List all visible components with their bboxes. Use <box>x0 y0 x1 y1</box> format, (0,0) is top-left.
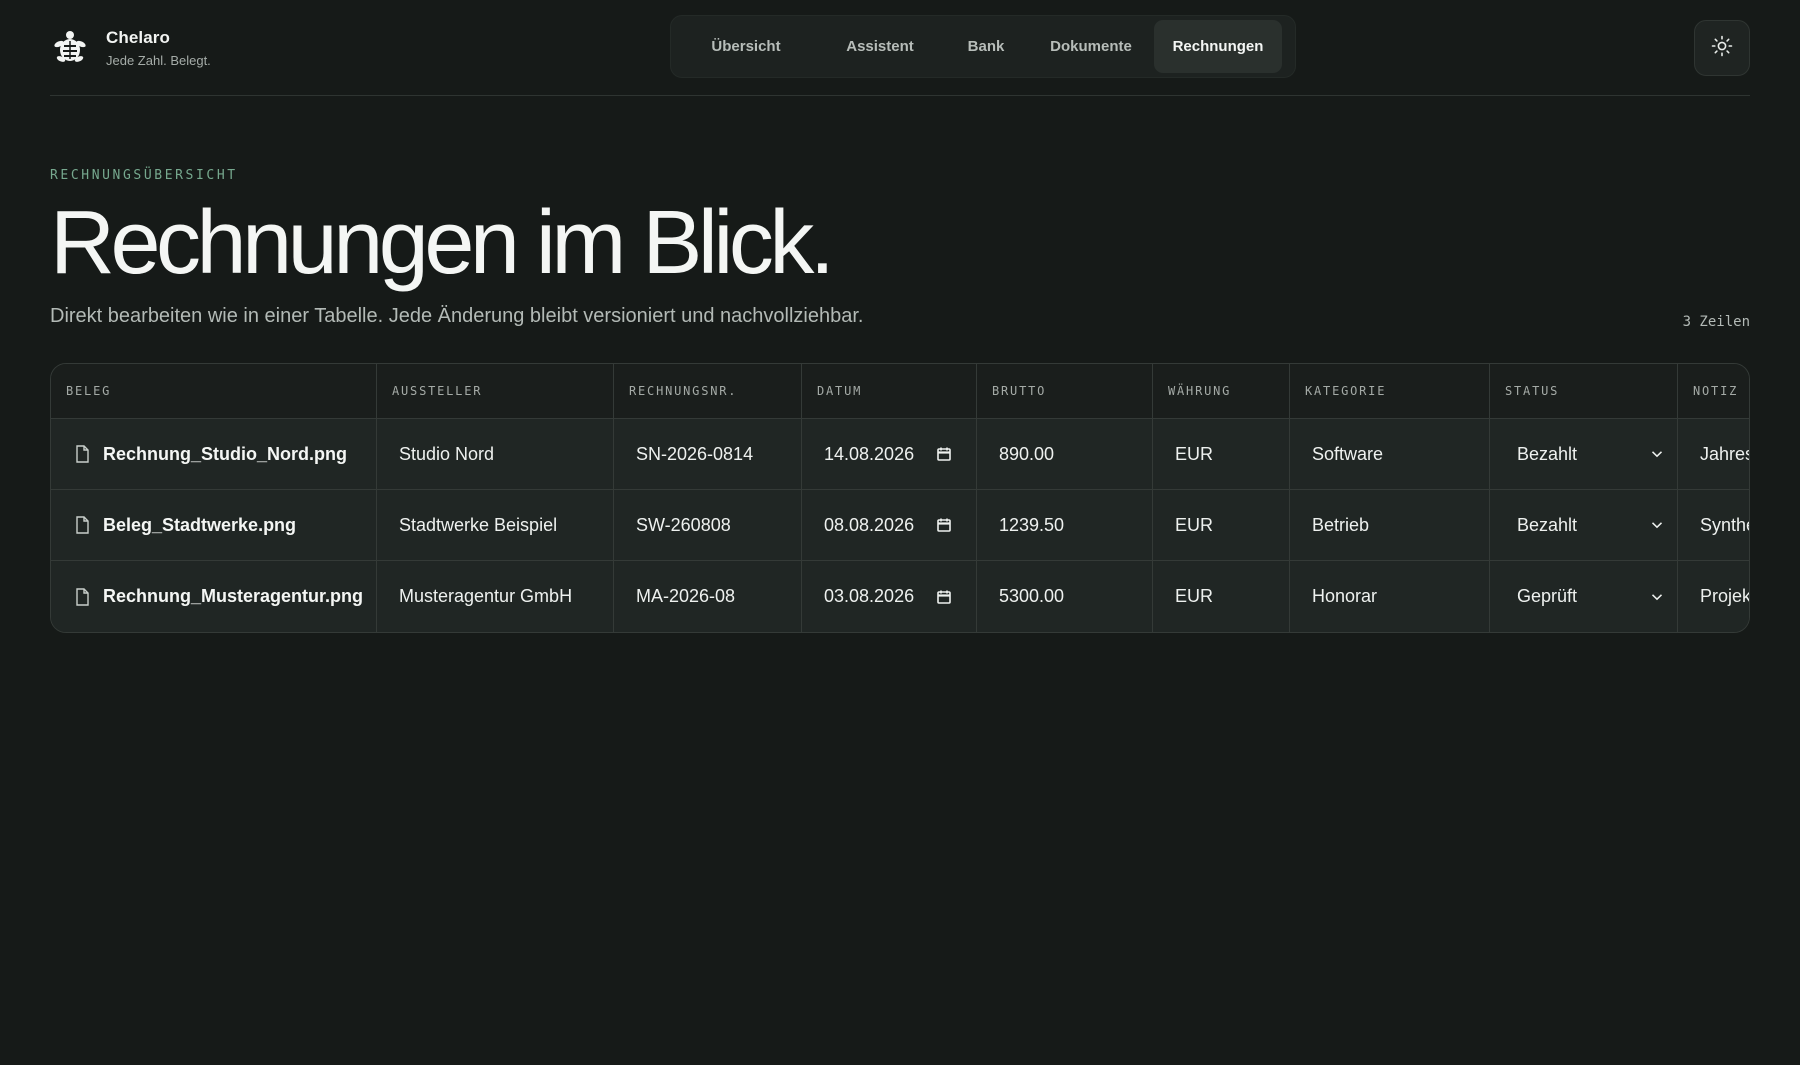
cell-notiz[interactable]: Jahres <box>1678 419 1749 489</box>
page: Chelaro Jede Zahl. Belegt. Übersicht Ass… <box>0 0 1800 1065</box>
cell-brutto[interactable]: 5300.00 <box>977 561 1153 632</box>
column-header-rechnungsnr[interactable]: RECHNUNGSNR. <box>614 364 802 418</box>
file-name: Rechnung_Studio_Nord.png <box>103 443 347 464</box>
cell-datum[interactable]: 08.08.2026 <box>802 490 977 560</box>
status-value: Bezahlt <box>1517 514 1578 535</box>
page-subtitle: Direkt bearbeiten wie in einer Tabelle. … <box>50 305 864 327</box>
file-icon <box>75 445 89 463</box>
status-value: Bezahlt <box>1517 443 1578 464</box>
calendar-icon[interactable] <box>936 517 952 533</box>
calendar-icon[interactable] <box>936 446 952 462</box>
cell-beleg[interactable]: Rechnung_Studio_Nord.png <box>51 419 377 489</box>
status-select[interactable]: Bezahlt <box>1490 419 1678 489</box>
cell-aussteller[interactable]: Stadtwerke Beispiel <box>377 490 614 560</box>
brand-name: Chelaro <box>106 27 170 47</box>
nav-tab-dokumente[interactable]: Dokumente <box>1028 20 1154 73</box>
sun-icon <box>1711 35 1733 62</box>
cell-waehrung[interactable]: EUR <box>1153 561 1290 632</box>
table-header-row: BELEG AUSSTELLER RECHNUNGSNR. DATUM BRUT… <box>51 364 1749 419</box>
column-header-brutto[interactable]: BRUTTO <box>977 364 1153 418</box>
status-value: Geprüft <box>1517 586 1578 606</box>
cell-datum[interactable]: 14.08.2026 <box>802 419 977 489</box>
file-name: Rechnung_Musteragentur.png <box>103 586 364 606</box>
column-header-kategorie[interactable]: KATEGORIE <box>1290 364 1490 418</box>
main-nav: Übersicht Assistent Bank Dokumente Rechn… <box>670 15 1296 78</box>
cell-beleg[interactable]: Rechnung_Musteragentur.png <box>51 561 377 632</box>
turtle-logo-icon <box>50 26 90 70</box>
cell-notiz[interactable]: Synthe <box>1678 490 1749 560</box>
column-header-waehrung[interactable]: WÄHRUNG <box>1153 364 1290 418</box>
table-row: Rechnung_Musteragentur.png Musteragentur… <box>51 561 1749 632</box>
cell-notiz[interactable]: Projek <box>1678 561 1749 632</box>
cell-waehrung[interactable]: EUR <box>1153 490 1290 560</box>
chevron-down-icon <box>1651 593 1663 601</box>
table-row: Beleg_Stadtwerke.png Stadtwerke Beispiel… <box>51 490 1749 561</box>
column-header-status[interactable]: STATUS <box>1490 364 1678 418</box>
invoice-table: BELEG AUSSTELLER RECHNUNGSNR. DATUM BRUT… <box>50 363 1750 633</box>
cell-kategorie[interactable]: Betrieb <box>1290 490 1490 560</box>
file-name: Beleg_Stadtwerke.png <box>103 514 297 535</box>
cell-rechnungsnr[interactable]: MA-2026-08 <box>614 561 802 632</box>
cell-waehrung[interactable]: EUR <box>1153 419 1290 489</box>
column-header-notiz[interactable]: NOTIZ <box>1678 364 1749 418</box>
cell-brutto[interactable]: 890.00 <box>977 419 1153 489</box>
cell-aussteller[interactable]: Musteragentur GmbH <box>377 561 614 632</box>
date-value: 03.08.2026 <box>824 586 915 606</box>
column-header-aussteller[interactable]: AUSSTELLER <box>377 364 614 418</box>
column-header-datum[interactable]: DATUM <box>802 364 977 418</box>
nav-tab-uebersicht[interactable]: Übersicht <box>676 20 816 73</box>
column-header-beleg[interactable]: BELEG <box>51 364 377 418</box>
brand-tagline: Jede Zahl. Belegt. <box>106 52 211 68</box>
file-icon <box>75 587 89 606</box>
file-icon <box>75 516 89 534</box>
section-eyebrow: RECHNUNGSÜBERSICHT <box>50 168 238 183</box>
date-value: 08.08.2026 <box>824 514 915 535</box>
cell-brutto[interactable]: 1239.50 <box>977 490 1153 560</box>
table-row: Rechnung_Studio_Nord.png Studio Nord SN-… <box>51 419 1749 490</box>
table-body: Rechnung_Studio_Nord.png Studio Nord SN-… <box>51 419 1749 632</box>
calendar-icon[interactable] <box>936 589 952 605</box>
nav-tab-assistent[interactable]: Assistent <box>816 20 944 73</box>
page-title: Rechnungen im Blick. <box>50 193 835 293</box>
cell-beleg[interactable]: Beleg_Stadtwerke.png <box>51 490 377 560</box>
cell-kategorie[interactable]: Software <box>1290 419 1490 489</box>
theme-toggle-button[interactable] <box>1694 20 1750 76</box>
status-select[interactable]: Geprüft <box>1490 561 1678 632</box>
row-count: 3 Zeilen <box>1682 314 1750 330</box>
cell-aussteller[interactable]: Studio Nord <box>377 419 614 489</box>
brand[interactable]: Chelaro Jede Zahl. Belegt. <box>50 26 211 70</box>
chevron-down-icon <box>1651 450 1663 458</box>
cell-datum[interactable]: 03.08.2026 <box>802 561 977 632</box>
chevron-down-icon <box>1651 521 1663 529</box>
date-value: 14.08.2026 <box>824 443 915 464</box>
nav-tab-bank[interactable]: Bank <box>944 20 1028 73</box>
cell-rechnungsnr[interactable]: SW-260808 <box>614 490 802 560</box>
nav-tab-rechnungen[interactable]: Rechnungen <box>1154 20 1282 73</box>
cell-kategorie[interactable]: Honorar <box>1290 561 1490 632</box>
cell-rechnungsnr[interactable]: SN-2026-0814 <box>614 419 802 489</box>
top-bar: Chelaro Jede Zahl. Belegt. Übersicht Ass… <box>50 0 1750 96</box>
status-select[interactable]: Bezahlt <box>1490 490 1678 560</box>
